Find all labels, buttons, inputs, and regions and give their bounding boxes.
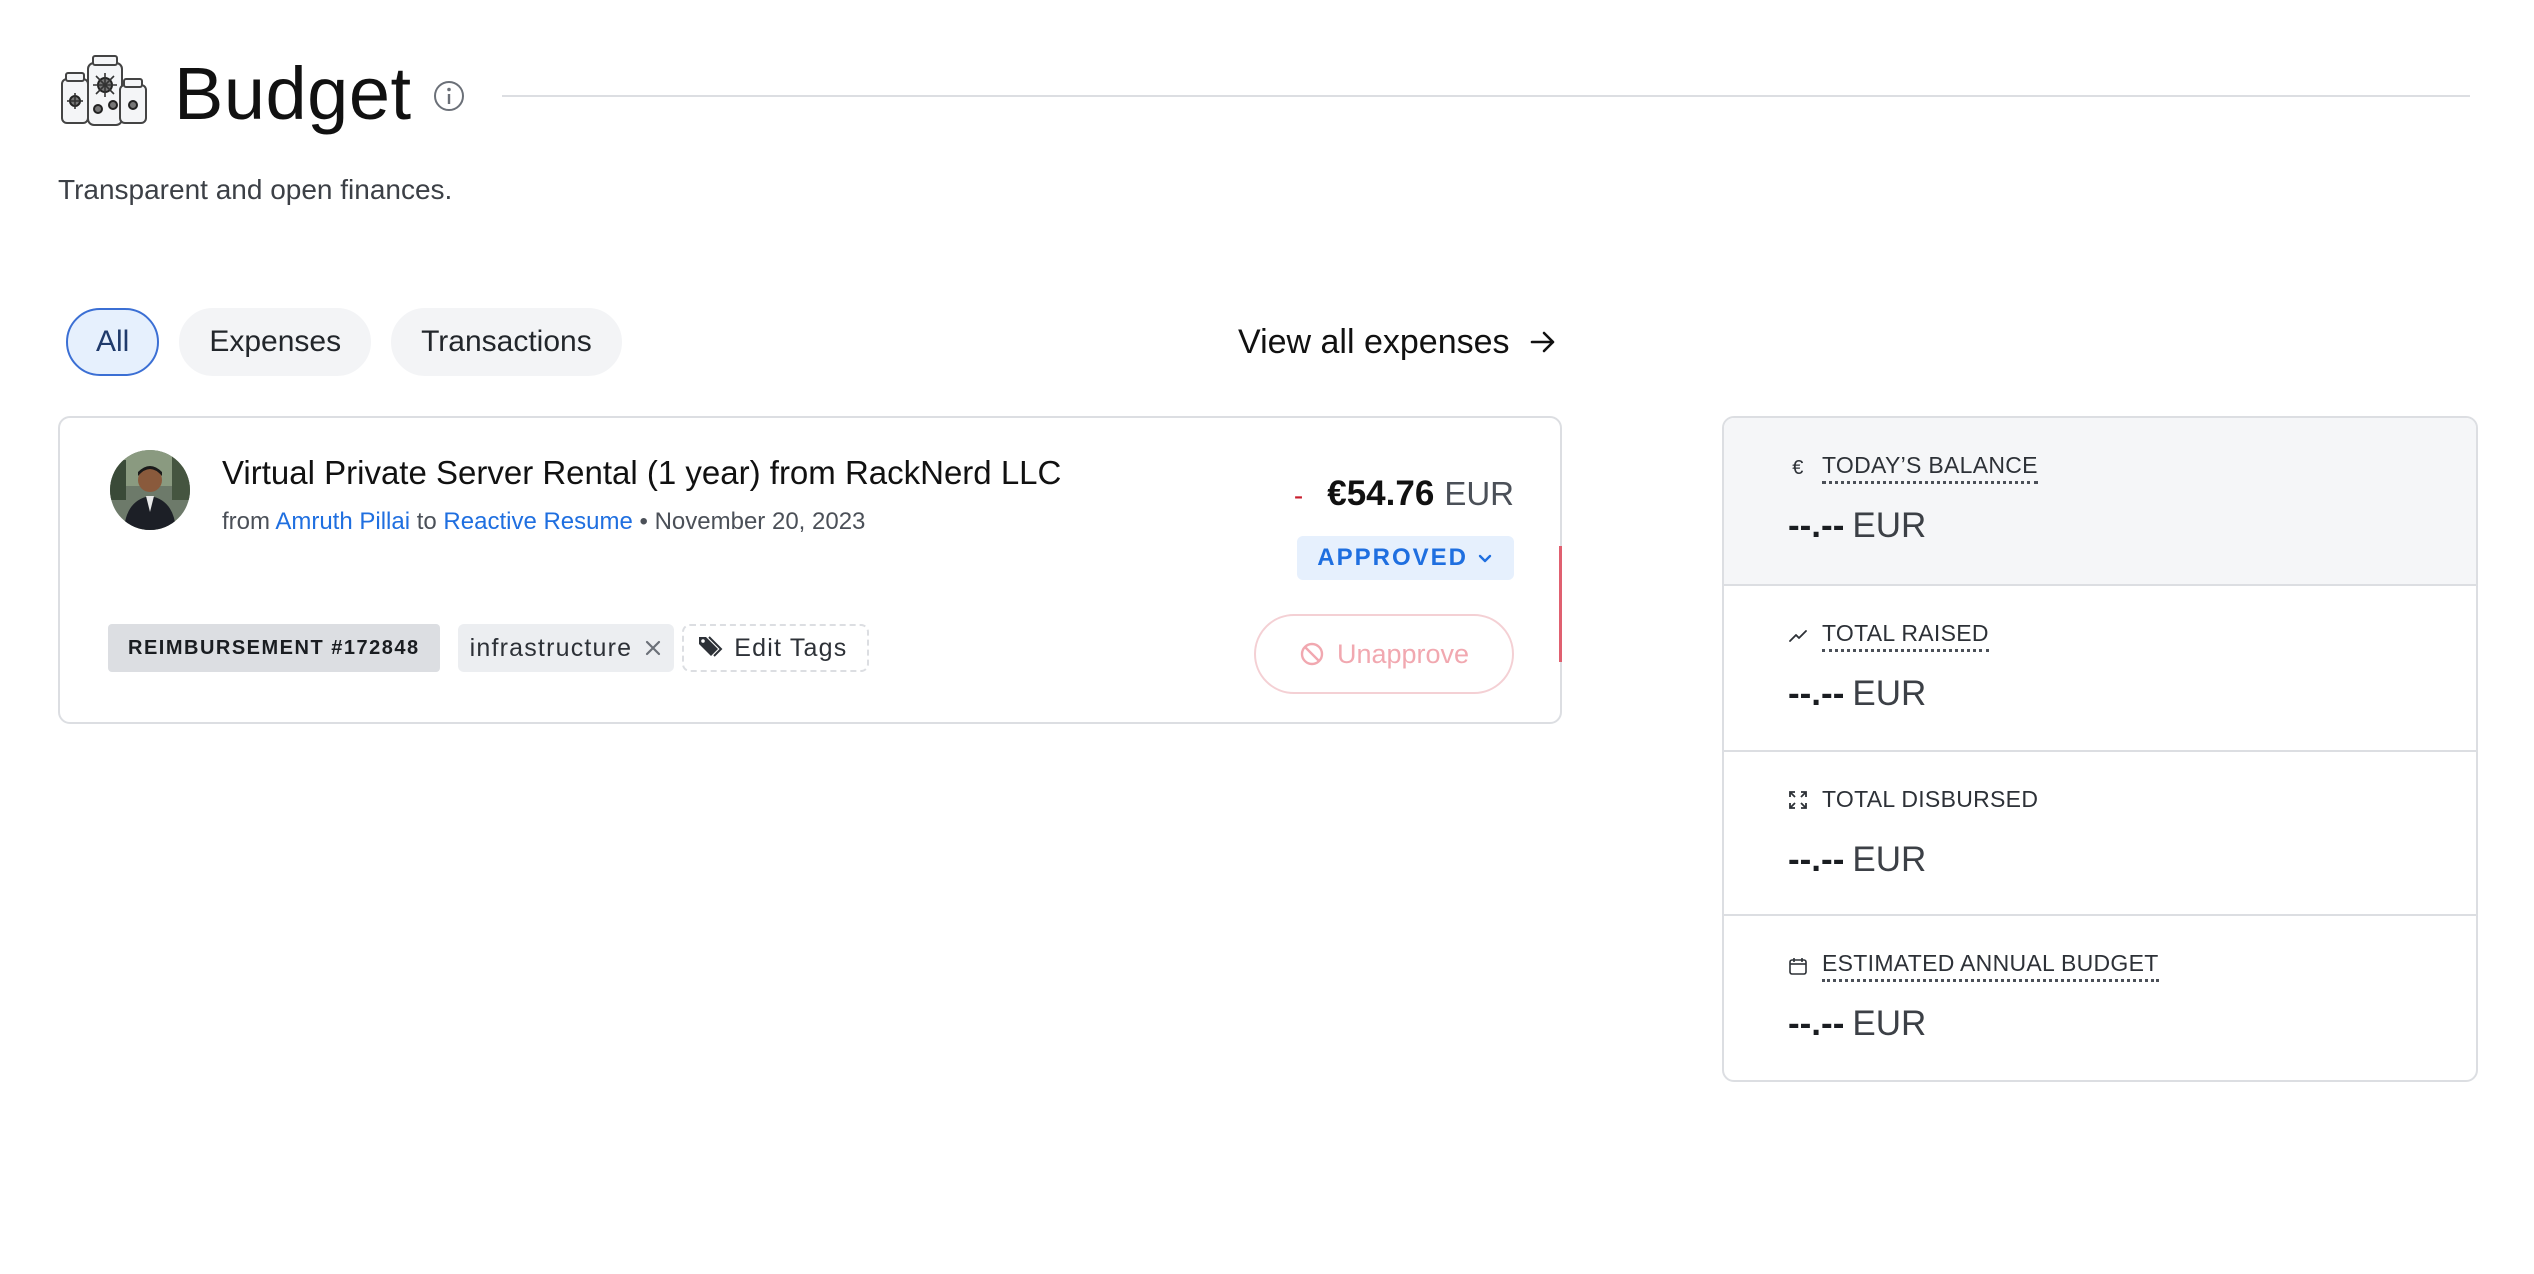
expense-title[interactable]: Virtual Private Server Rental (1 year) f… (222, 454, 1061, 492)
edit-tags-label: Edit Tags (734, 633, 848, 662)
stat-total-raised: TOTAL RAISED --.-- EUR (1724, 586, 2476, 752)
tab-transactions[interactable]: Transactions (391, 308, 622, 376)
stat-label: ESTIMATED ANNUAL BUDGET (1788, 950, 2159, 982)
stat-value: --.-- EUR (1788, 506, 1926, 546)
expense-date: November 20, 2023 (654, 508, 866, 535)
page-subtitle: Transparent and open finances. (58, 174, 453, 205)
unapprove-button[interactable]: Unapprove (1254, 614, 1514, 694)
trend-up-icon (1789, 630, 1807, 642)
amount-value: €54.76 (1327, 474, 1435, 513)
to-prefix: to (416, 508, 437, 535)
header-divider (501, 95, 2470, 97)
meta-separator: • (639, 508, 648, 535)
view-all-expenses-label: View all expenses (1238, 322, 1510, 361)
stat-label-text: TOTAL DISBURSED (1822, 786, 2039, 812)
chevron-down-icon (1478, 554, 1492, 563)
euro-icon: € (1792, 456, 1804, 479)
arrow-right-icon (1530, 331, 1554, 353)
ban-icon (1300, 642, 1324, 666)
to-collective-link[interactable]: Reactive Resume (443, 508, 632, 535)
stat-value: --.-- EUR (1788, 840, 1926, 880)
stat-amount: --.-- (1788, 840, 1845, 879)
from-user-link[interactable]: Amruth Pillai (275, 508, 410, 535)
page-title: Budget (174, 51, 412, 135)
tags-icon (699, 636, 723, 657)
reimbursement-badge[interactable]: REIMBURSEMENT #172848 (108, 624, 440, 672)
stat-amount: --.-- (1788, 674, 1845, 713)
stat-amount: --.-- (1788, 506, 1845, 545)
budget-page: Budget Transparent and open finances. Al… (0, 0, 2534, 1274)
avatar[interactable] (110, 450, 190, 530)
tag-label: infrastructure (469, 633, 633, 662)
donation-jars-icon (61, 55, 147, 126)
close-icon[interactable] (644, 639, 662, 657)
stat-value: --.-- EUR (1788, 674, 1926, 714)
expense-meta: from Amruth Pillai to Reactive Resume • … (222, 508, 865, 536)
stat-currency: EUR (1852, 506, 1927, 545)
tab-expenses[interactable]: Expenses (179, 308, 372, 376)
stat-label-text[interactable]: ESTIMATED ANNUAL BUDGET (1822, 950, 2159, 982)
tab-all[interactable]: All (66, 308, 160, 376)
stat-label: TOTAL DISBURSED (1788, 786, 2038, 813)
expense-amount: - €54.76 EUR (1294, 474, 1514, 514)
edit-tags-button[interactable]: Edit Tags (682, 624, 870, 672)
info-icon[interactable] (432, 79, 466, 113)
stat-currency: EUR (1852, 1004, 1927, 1043)
stat-currency: EUR (1852, 674, 1927, 713)
expense-card[interactable]: Virtual Private Server Rental (1 year) f… (58, 416, 1562, 724)
tag-chip: infrastructure (457, 624, 675, 672)
from-prefix: from (222, 508, 270, 535)
filter-tabs: All Expenses Transactions (66, 308, 622, 376)
calendar-icon (1789, 958, 1807, 975)
budget-stats-panel: € TODAY’S BALANCE --.-- EUR TOTAL RAISED … (1722, 416, 2478, 1082)
stat-label: TOTAL RAISED (1788, 620, 1989, 652)
amount-sign: - (1293, 480, 1304, 511)
stat-label-text[interactable]: TODAY’S BALANCE (1822, 452, 2038, 484)
stat-todays-balance: € TODAY’S BALANCE --.-- EUR (1724, 418, 2476, 586)
stat-label: € TODAY’S BALANCE (1788, 452, 2038, 484)
expense-tags: REIMBURSEMENT #172848 infrastructure Edi… (108, 624, 870, 672)
status-accent-bar (1559, 546, 1562, 662)
unapprove-label: Unapprove (1336, 638, 1470, 669)
expand-icon (1789, 790, 1807, 809)
stat-value: --.-- EUR (1788, 1004, 1926, 1044)
status-badge[interactable]: APPROVED (1297, 536, 1514, 580)
stat-currency: EUR (1852, 840, 1927, 879)
stat-label-text[interactable]: TOTAL RAISED (1822, 620, 1989, 652)
stat-amount: --.-- (1788, 1004, 1845, 1043)
view-all-expenses-link[interactable]: View all expenses (1238, 314, 1558, 370)
page-header: Budget (58, 48, 2470, 138)
amount-currency: EUR (1444, 475, 1514, 512)
stat-total-disbursed: TOTAL DISBURSED --.-- EUR (1724, 752, 2476, 916)
status-label: APPROVED (1317, 544, 1468, 571)
stat-estimated-annual-budget: ESTIMATED ANNUAL BUDGET --.-- EUR (1724, 916, 2476, 1080)
